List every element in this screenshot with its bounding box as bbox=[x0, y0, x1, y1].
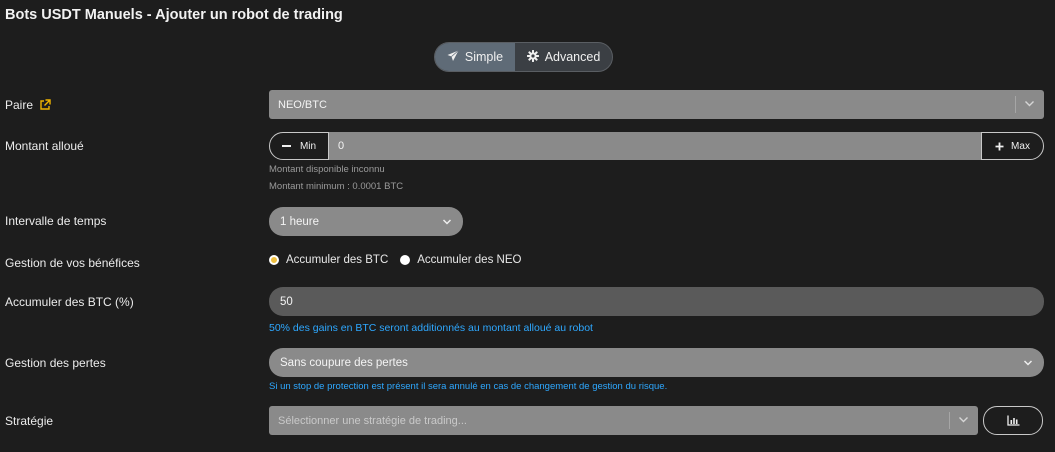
strategy-chart-button[interactable] bbox=[983, 406, 1043, 435]
losses-select-value: Sans coupure des pertes bbox=[280, 356, 408, 369]
minus-icon bbox=[281, 145, 291, 147]
pair-select[interactable]: NEO/BTC bbox=[269, 90, 1044, 119]
radio-accumulate-neo-label[interactable]: Accumuler des NEO bbox=[417, 254, 521, 266]
chevron-down-icon bbox=[1024, 98, 1035, 112]
simple-mode-button[interactable]: Simple bbox=[435, 43, 515, 71]
pair-select-divider bbox=[1015, 96, 1016, 113]
strategy-select[interactable]: Sélectionner une stratégie de trading... bbox=[269, 406, 978, 435]
plus-icon bbox=[995, 142, 1004, 151]
pair-label: Paire bbox=[5, 98, 34, 112]
pair-label-row: Paire bbox=[5, 98, 51, 112]
pair-select-value: NEO/BTC bbox=[278, 98, 327, 111]
paper-plane-icon bbox=[447, 49, 465, 65]
strategy-select-divider bbox=[949, 412, 950, 429]
max-button-label: Max bbox=[1011, 140, 1030, 152]
advanced-mode-label: Advanced bbox=[544, 50, 601, 64]
losses-select[interactable]: Sans coupure des pertes bbox=[269, 348, 1044, 377]
external-link-icon[interactable] bbox=[39, 99, 51, 111]
profits-radio-group: Accumuler des BTC Accumuler des NEO bbox=[269, 254, 521, 266]
interval-label: Intervalle de temps bbox=[5, 214, 107, 228]
radio-accumulate-btc-label[interactable]: Accumuler des BTC bbox=[286, 254, 388, 266]
chevron-down-icon bbox=[442, 216, 452, 230]
amount-label: Montant alloué bbox=[5, 139, 84, 153]
page-title: Bots USDT Manuels - Ajouter un robot de … bbox=[5, 7, 343, 23]
losses-label: Gestion des pertes bbox=[5, 356, 106, 370]
interval-select[interactable]: 1 heure bbox=[269, 207, 463, 236]
interval-select-value: 1 heure bbox=[280, 215, 320, 228]
radio-accumulate-btc[interactable] bbox=[269, 255, 279, 265]
advanced-mode-button[interactable]: Advanced bbox=[515, 43, 612, 71]
gear-icon bbox=[526, 49, 545, 65]
profits-label: Gestion de vos bénéfices bbox=[5, 256, 140, 270]
accumulate-percent-value: 50 bbox=[280, 295, 293, 308]
max-button[interactable]: Max bbox=[981, 132, 1044, 160]
bar-chart-icon bbox=[1006, 415, 1020, 426]
accumulate-percent-input[interactable]: 50 bbox=[269, 287, 1044, 316]
accumulate-label: Accumuler des BTC (%) bbox=[5, 295, 134, 309]
chevron-down-icon bbox=[1023, 357, 1033, 371]
amount-input-group: Min 0 Max bbox=[269, 132, 1044, 160]
radio-accumulate-neo[interactable] bbox=[400, 255, 411, 265]
mode-switch: Simple Advanced bbox=[434, 42, 613, 72]
amount-input-value: 0 bbox=[338, 140, 345, 152]
available-amount-hint: Montant disponible inconnu bbox=[269, 164, 385, 175]
losses-info: Si un stop de protection est présent il … bbox=[269, 381, 668, 392]
min-button[interactable]: Min bbox=[269, 132, 329, 160]
simple-mode-label: Simple bbox=[464, 50, 504, 64]
strategy-select-placeholder: Sélectionner une stratégie de trading... bbox=[278, 414, 467, 427]
accumulate-info: 50% des gains en BTC seront additionnés … bbox=[269, 322, 593, 334]
amount-input[interactable]: 0 bbox=[329, 132, 981, 160]
strategy-label: Stratégie bbox=[5, 414, 54, 428]
minimum-amount-hint: Montant minimum : 0.0001 BTC bbox=[269, 181, 404, 192]
min-button-label: Min bbox=[299, 140, 317, 152]
chevron-down-icon bbox=[958, 414, 969, 428]
